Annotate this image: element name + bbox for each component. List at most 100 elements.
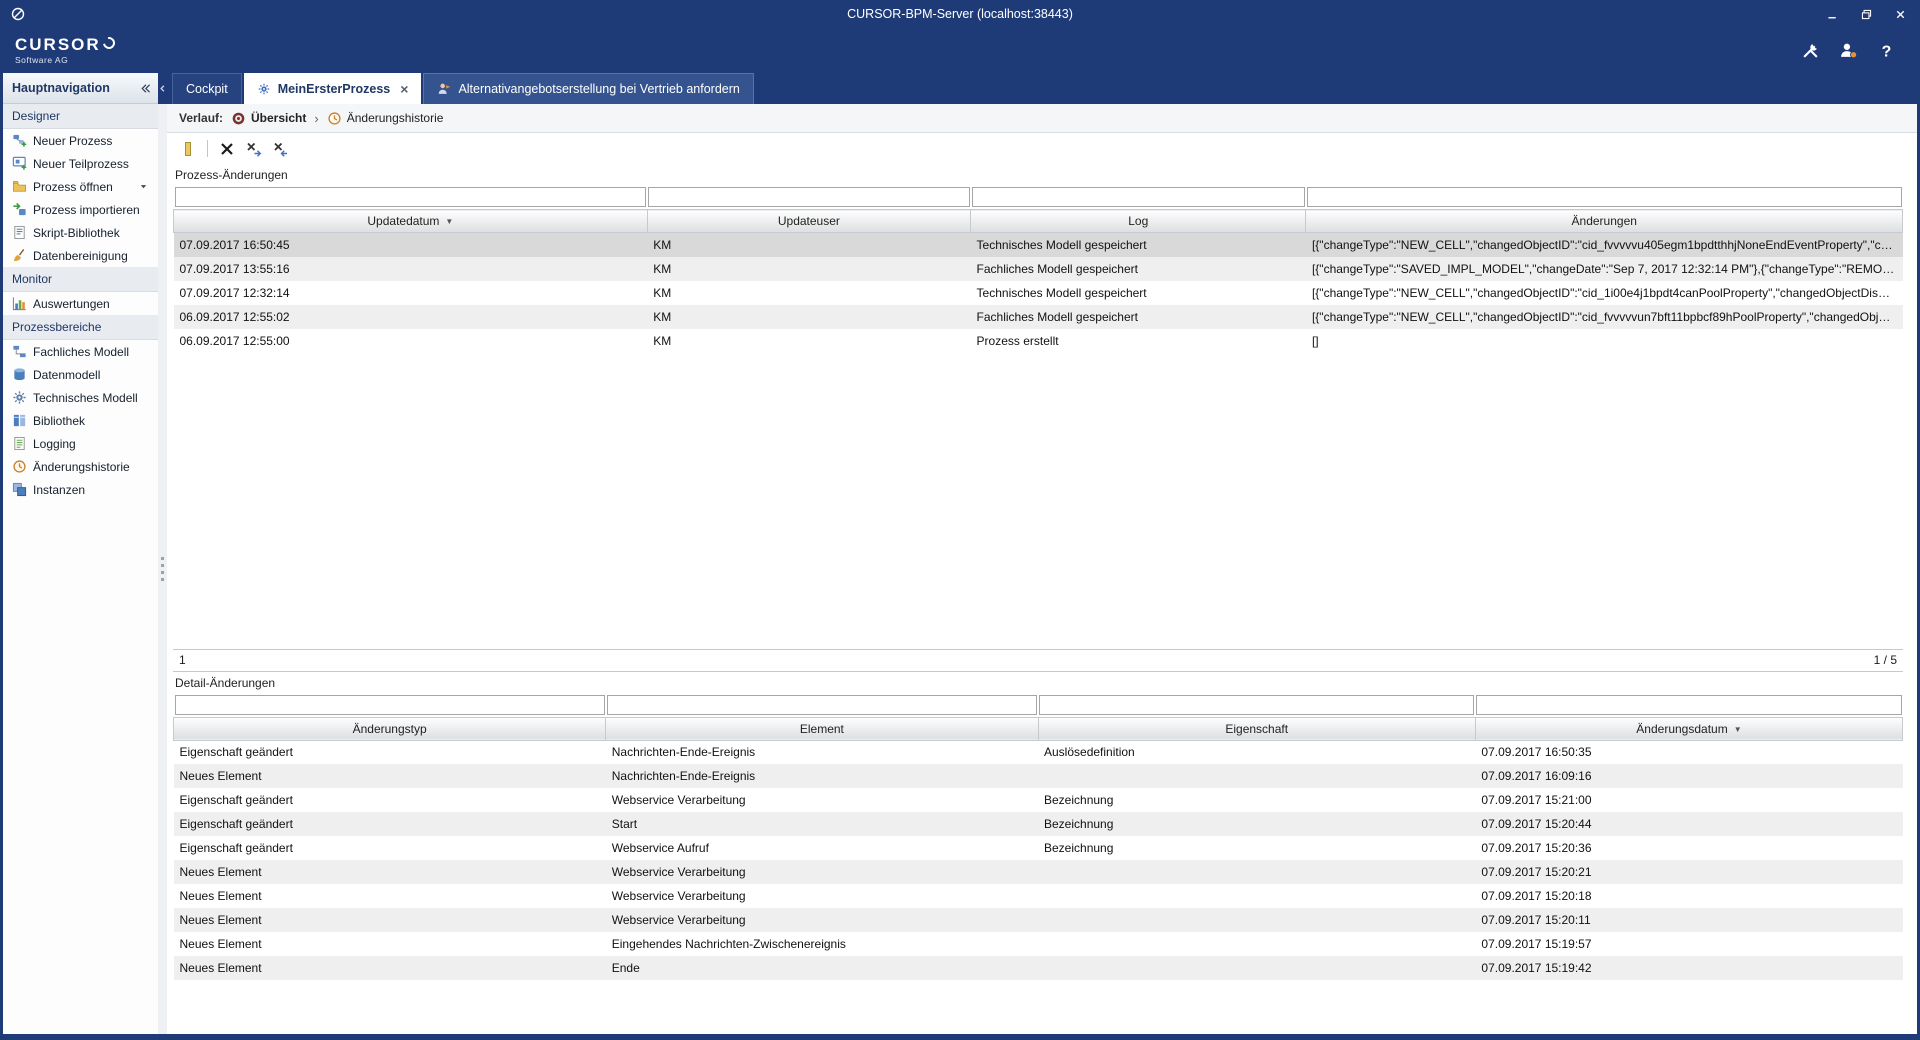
sidebar-item-prozess-oeffnen[interactable]: Prozess öffnen bbox=[3, 175, 158, 198]
table-row[interactable]: Neues ElementNachrichten-Ende-Ereignis07… bbox=[174, 764, 1903, 788]
logo-text: CURSOR bbox=[15, 36, 101, 53]
sidebar-section-prozessbereiche[interactable]: Prozessbereiche bbox=[3, 315, 158, 340]
cleanup-icon bbox=[12, 248, 27, 263]
help-button[interactable]: ? bbox=[1875, 40, 1897, 62]
sidebar-item-logging[interactable]: Logging bbox=[3, 432, 158, 455]
highlight-changes-button[interactable] bbox=[176, 137, 200, 161]
column-header-eigenschaft[interactable]: Eigenschaft bbox=[1038, 717, 1475, 740]
table-row[interactable]: 06.09.2017 12:55:02KMFachliches Modell g… bbox=[174, 305, 1903, 329]
table-row[interactable]: Neues ElementEnde07.09.2017 15:19:42 bbox=[174, 956, 1903, 980]
table-row[interactable]: Eigenschaft geändertWebservice AufrufBez… bbox=[174, 836, 1903, 860]
filter-input-aenderungen[interactable] bbox=[1307, 187, 1902, 207]
sidebar-item-prozess-importieren[interactable]: Prozess importieren bbox=[3, 198, 158, 221]
sidebar-item-datenmodell[interactable]: Datenmodell bbox=[3, 363, 158, 386]
column-header-updatedatum[interactable]: Updatedatum▼ bbox=[174, 210, 648, 233]
sidebar-item-aenderungshistorie[interactable]: Änderungshistorie bbox=[3, 455, 158, 478]
table-row[interactable]: Neues ElementWebservice Verarbeitung07.0… bbox=[174, 860, 1903, 884]
table-row[interactable]: 07.09.2017 16:50:45KMTechnisches Modell … bbox=[174, 233, 1903, 257]
sidebar-item-label: Fachliches Modell bbox=[33, 345, 129, 359]
clear-filter-icon bbox=[219, 141, 235, 157]
tab-label: MeinErsterProzess bbox=[278, 82, 391, 96]
sidebar-item-datenbereinigung[interactable]: Datenbereinigung bbox=[3, 244, 158, 267]
empty-table-space bbox=[173, 353, 1903, 649]
sidebar-item-fachliches-modell[interactable]: Fachliches Modell bbox=[3, 340, 158, 363]
toolbar bbox=[167, 133, 1917, 164]
tools-button[interactable] bbox=[1799, 40, 1821, 62]
remove-filter-button[interactable] bbox=[242, 137, 266, 161]
filter-input-log[interactable] bbox=[972, 187, 1305, 207]
filter-input-element[interactable] bbox=[607, 695, 1037, 715]
sidebar-item-label: Technisches Modell bbox=[33, 391, 138, 405]
history-icon bbox=[327, 111, 342, 126]
table-row[interactable]: Eigenschaft geändertStartBezeichnung07.0… bbox=[174, 812, 1903, 836]
column-header-aenderungstyp[interactable]: Änderungstyp bbox=[174, 717, 606, 740]
sidebar-item-bibliothek[interactable]: Bibliothek bbox=[3, 409, 158, 432]
maximize-button[interactable] bbox=[1849, 0, 1883, 28]
tab-alternativangebotserstellung-bei-vertrieb-anfordern[interactable]: Alternativangebotserstellung bei Vertrie… bbox=[423, 73, 753, 104]
history-icon bbox=[12, 459, 27, 474]
apply-filter-button[interactable] bbox=[269, 137, 293, 161]
sidebar-section-designer[interactable]: Designer bbox=[3, 104, 158, 129]
instances-icon bbox=[12, 482, 27, 497]
minimize-icon bbox=[1826, 8, 1839, 21]
logging-icon bbox=[12, 436, 27, 451]
sidebar: Hauptnavigation DesignerNeuer ProzessNeu… bbox=[3, 73, 158, 1034]
sidebar-item-label: Auswertungen bbox=[33, 297, 110, 311]
app-header: CURSOR Software AG ? bbox=[3, 28, 1917, 73]
breadcrumb-separator-icon: › bbox=[314, 111, 318, 126]
table-row[interactable]: 07.09.2017 12:32:14KMTechnisches Modell … bbox=[174, 281, 1903, 305]
data-model-icon bbox=[12, 367, 27, 382]
column-header-log[interactable]: Log bbox=[971, 210, 1306, 233]
table-row[interactable]: Neues ElementEingehendes Nachrichten-Zwi… bbox=[174, 932, 1903, 956]
sidebar-splitter[interactable] bbox=[158, 73, 167, 1034]
table-row[interactable]: 07.09.2017 13:55:16KMFachliches Modell g… bbox=[174, 257, 1903, 281]
table-row[interactable]: Neues ElementWebservice Verarbeitung07.0… bbox=[174, 884, 1903, 908]
sidebar-item-neuer-teilprozess[interactable]: Neuer Teilprozess bbox=[3, 152, 158, 175]
filter-input-aenderungstyp[interactable] bbox=[175, 695, 605, 715]
splitter-top[interactable] bbox=[158, 73, 167, 104]
clear-filter-button[interactable] bbox=[215, 137, 239, 161]
table-row[interactable]: Eigenschaft geändertWebservice Verarbeit… bbox=[174, 788, 1903, 812]
table-row[interactable]: Eigenschaft geändertNachrichten-Ende-Ere… bbox=[174, 740, 1903, 764]
filter-input-updatedatum[interactable] bbox=[175, 187, 647, 207]
sidebar-section-monitor[interactable]: Monitor bbox=[3, 267, 158, 292]
breadcrumb-item-aenderungshistorie[interactable]: Änderungshistorie bbox=[327, 111, 444, 126]
toolbar-divider bbox=[207, 140, 208, 157]
sidebar-collapse-icon[interactable] bbox=[139, 82, 152, 95]
column-header-updateuser[interactable]: Updateuser bbox=[647, 210, 970, 233]
user-settings-button[interactable] bbox=[1837, 40, 1859, 62]
column-header-aenderungen[interactable]: Änderungen bbox=[1306, 210, 1903, 233]
column-header-aenderungsdatum[interactable]: Änderungsdatum▼ bbox=[1475, 717, 1902, 740]
breadcrumb-item-uebersicht[interactable]: Übersicht bbox=[231, 111, 306, 126]
sidebar-item-label: Logging bbox=[33, 437, 76, 451]
bottom-space bbox=[173, 980, 1903, 1034]
sidebar-item-auswertungen[interactable]: Auswertungen bbox=[3, 292, 158, 315]
sidebar-item-label: Prozess öffnen bbox=[33, 180, 113, 194]
restore-icon bbox=[1860, 8, 1873, 21]
sidebar-item-label: Datenmodell bbox=[33, 368, 100, 382]
open-process-icon bbox=[12, 179, 27, 194]
table-row[interactable]: 06.09.2017 12:55:00KMProzess erstellt[] bbox=[174, 329, 1903, 353]
filter-input-eigenschaft[interactable] bbox=[1039, 695, 1474, 715]
table-row[interactable]: Neues ElementWebservice Verarbeitung07.0… bbox=[174, 908, 1903, 932]
splitter-handle[interactable] bbox=[158, 104, 167, 1034]
sidebar-item-instanzen[interactable]: Instanzen bbox=[3, 478, 158, 501]
column-header-element[interactable]: Element bbox=[606, 717, 1038, 740]
new-process-icon bbox=[12, 133, 27, 148]
sidebar-item-label: Instanzen bbox=[33, 483, 85, 497]
sidebar-item-technisches-modell[interactable]: Technisches Modell bbox=[3, 386, 158, 409]
titlebar[interactable]: CURSOR-BPM-Server (localhost:38443) bbox=[3, 0, 1917, 28]
apply-filter-icon bbox=[273, 141, 289, 157]
filter-input-aenderungsdatum[interactable] bbox=[1476, 695, 1901, 715]
sidebar-item-label: Neuer Teilprozess bbox=[33, 157, 129, 171]
sidebar-item-skript-bibliothek[interactable]: Skript-Bibliothek bbox=[3, 221, 158, 244]
minimize-button[interactable] bbox=[1815, 0, 1849, 28]
sidebar-item-label: Skript-Bibliothek bbox=[33, 226, 120, 240]
filter-input-updateuser[interactable] bbox=[648, 187, 969, 207]
tab-cockpit[interactable]: Cockpit bbox=[172, 73, 242, 104]
close-button[interactable] bbox=[1883, 0, 1917, 28]
sidebar-item-neuer-prozess[interactable]: Neuer Prozess bbox=[3, 129, 158, 152]
svg-text:?: ? bbox=[1881, 43, 1891, 60]
tab-meinersterprozess[interactable]: MeinErsterProzess × bbox=[244, 73, 422, 104]
tab-close-icon[interactable]: × bbox=[400, 82, 408, 96]
